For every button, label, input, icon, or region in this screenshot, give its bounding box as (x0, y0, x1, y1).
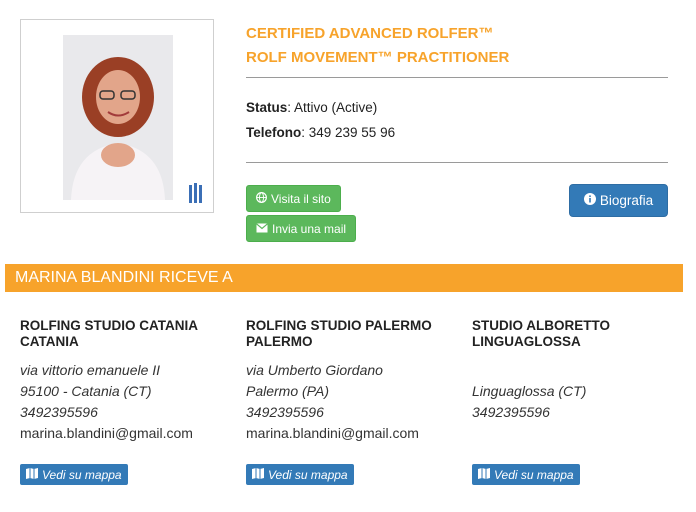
profile-photo-frame (20, 19, 214, 213)
studio-phone: 3492395596 (472, 404, 550, 420)
studio-name: ROLFING STUDIO CATANIA CATANIA (20, 318, 198, 349)
studio-city: 95100 - Catania (CT) (20, 383, 152, 399)
studio-phone: 3492395596 (20, 404, 98, 420)
map-icon (26, 467, 38, 482)
certification-titles: CERTIFIED ADVANCED ROLFER™ ROLF MOVEMENT… (246, 22, 509, 70)
profile-photo (63, 35, 173, 200)
studio-email: marina.blandini@gmail.com (246, 425, 419, 441)
phone-label: Telefono (246, 125, 302, 140)
studio-city: Linguaglossa (CT) (472, 383, 587, 399)
studio-address: via Umberto Giordano (246, 362, 383, 378)
rolfing-logo-icon (187, 182, 205, 206)
studio-email (472, 423, 677, 444)
view-map-button[interactable]: Vedi su mappa (472, 464, 580, 485)
phone-value: : 349 239 55 96 (301, 125, 396, 140)
certification-title: CERTIFIED ADVANCED ROLFER™ (246, 25, 494, 42)
studio-email: marina.blandini@gmail.com (20, 425, 193, 441)
studio-card: STUDIO ALBORETTO LINGUAGLOSSA Linguaglos… (472, 318, 677, 485)
phone-line: Telefono: 349 239 55 96 (246, 125, 395, 140)
envelope-icon (256, 222, 268, 236)
studio-name: STUDIO ALBORETTO LINGUAGLOSSA (472, 318, 610, 349)
section-banner: MARINA BLANDINI RICEVE A (5, 264, 683, 292)
view-map-button[interactable]: Vedi su mappa (20, 464, 128, 485)
send-email-button[interactable]: Invia una mail (246, 215, 357, 242)
view-map-label: Vedi su mappa (494, 467, 574, 482)
info-circle-icon (583, 193, 596, 208)
biography-button[interactable]: Biografia (569, 184, 668, 217)
view-map-label: Vedi su mappa (268, 467, 348, 482)
studio-address (472, 360, 677, 381)
divider (246, 77, 668, 78)
view-map-button[interactable]: Vedi su mappa (246, 464, 354, 485)
status-value: : Attivo (Active) (287, 100, 378, 115)
status-label: Status (246, 100, 288, 115)
studio-card: ROLFING STUDIO CATANIA CATANIA via vitto… (20, 318, 225, 485)
certification-title: ROLF MOVEMENT™ PRACTITIONER (246, 49, 510, 66)
send-email-label: Invia una mail (272, 221, 347, 236)
map-icon (252, 467, 264, 482)
map-icon (478, 467, 490, 482)
biography-label: Biografia (599, 193, 654, 208)
view-map-label: Vedi su mappa (42, 467, 122, 482)
studio-address: via vittorio emanuele II (20, 362, 161, 378)
studio-name: ROLFING STUDIO PALERMO PALERMO (246, 318, 432, 349)
studio-card: ROLFING STUDIO PALERMO PALERMO via Umber… (246, 318, 451, 485)
visit-website-button[interactable]: Visita il sito (246, 185, 341, 212)
studio-phone: 3492395596 (246, 404, 324, 420)
divider (246, 162, 668, 163)
visit-website-label: Visita il sito (271, 191, 331, 206)
studio-city: Palermo (PA) (246, 383, 329, 399)
globe-icon (256, 191, 267, 206)
status-line: Status: Attivo (Active) (246, 100, 377, 115)
